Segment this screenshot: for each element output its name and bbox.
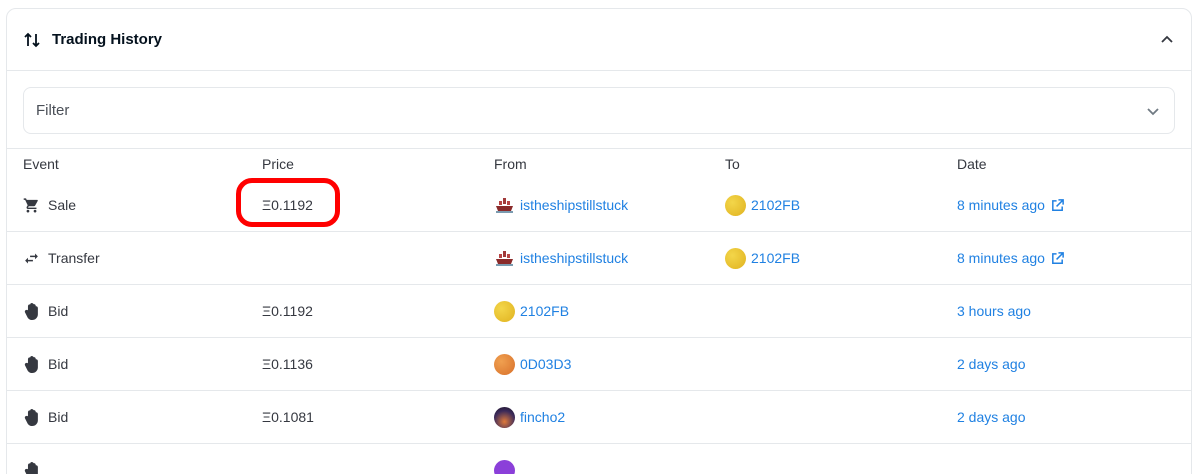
hand-icon: [23, 355, 40, 373]
eth-symbol: Ξ: [262, 303, 272, 319]
header-event: Event: [23, 156, 59, 172]
price-value: 0.1192: [271, 197, 313, 213]
from-link[interactable]: 2102FB: [520, 303, 569, 319]
trading-history-panel: Trading History Filter Event Price From …: [6, 8, 1192, 474]
event-label: Transfer: [48, 250, 100, 266]
date-link[interactable]: 2 days ago: [957, 409, 1026, 425]
to-link[interactable]: 2102FB: [751, 197, 800, 213]
table-row: Sale Ξ 0.1192 istheshipstillstuck 2102FB…: [7, 179, 1191, 232]
user-avatar[interactable]: [494, 460, 515, 474]
price-value: 0.1081: [271, 409, 314, 425]
date-link[interactable]: 2 days ago: [957, 356, 1026, 372]
external-link-icon[interactable]: [1050, 251, 1065, 266]
ship-avatar[interactable]: [494, 195, 515, 216]
filter-label: Filter: [36, 102, 70, 119]
chevron-up-icon[interactable]: [1159, 32, 1175, 48]
filter-dropdown[interactable]: Filter: [23, 87, 1175, 134]
header-date: Date: [957, 156, 987, 172]
header-to: To: [725, 156, 740, 172]
price-value: 0.1192: [271, 303, 313, 319]
ship-avatar[interactable]: [494, 248, 515, 269]
hand-icon: [23, 462, 40, 474]
date-link[interactable]: 8 minutes ago: [957, 250, 1045, 266]
from-link[interactable]: 0D03D3: [520, 356, 571, 372]
eth-symbol: Ξ: [262, 409, 272, 425]
from-link[interactable]: fincho2: [520, 409, 565, 425]
from-link[interactable]: istheshipstillstuck: [520, 197, 628, 213]
event-label: Sale: [48, 197, 77, 213]
swap-vertical-icon: [23, 31, 41, 49]
from-link[interactable]: istheshipstillstuck: [520, 250, 628, 266]
table-header: Event Price From To Date: [7, 149, 1191, 179]
event-label: Bid: [48, 303, 69, 319]
panel-header[interactable]: Trading History: [7, 9, 1191, 71]
event-label: Bid: [48, 409, 69, 425]
hand-icon: [23, 408, 40, 426]
date-link[interactable]: 8 minutes ago: [957, 197, 1045, 213]
user-avatar[interactable]: [494, 353, 515, 375]
transfer-arrows-icon: [23, 250, 40, 267]
table-row-partial: [7, 444, 1191, 474]
to-link[interactable]: 2102FB: [751, 250, 800, 266]
trading-history-table: Event Price From To Date Sale Ξ 0.1192 i…: [7, 149, 1191, 474]
external-link-icon[interactable]: [1050, 198, 1065, 213]
user-avatar[interactable]: [494, 406, 515, 428]
chevron-down-icon: [1144, 102, 1162, 120]
table-row: Bid Ξ 0.1192 2102FB 3 hours ago: [7, 285, 1191, 338]
header-price: Price: [262, 156, 294, 172]
filter-section: Filter: [7, 71, 1191, 149]
user-avatar[interactable]: [725, 194, 746, 216]
header-from: From: [494, 156, 527, 172]
date-link[interactable]: 3 hours ago: [957, 303, 1031, 319]
eth-symbol: Ξ: [262, 197, 272, 213]
hand-icon: [23, 302, 40, 320]
user-avatar[interactable]: [494, 300, 515, 322]
price-value: 0.1136: [271, 356, 313, 372]
event-label: Bid: [48, 356, 69, 372]
eth-symbol: Ξ: [262, 356, 272, 372]
cart-icon: [23, 197, 40, 214]
table-row: Transfer istheshipstillstuck 2102FB 8 mi…: [7, 232, 1191, 285]
user-avatar[interactable]: [725, 247, 746, 269]
table-row: Bid Ξ 0.1081 fincho2 2 days ago: [7, 391, 1191, 444]
table-row: Bid Ξ 0.1136 0D03D3 2 days ago: [7, 338, 1191, 391]
panel-title: Trading History: [52, 31, 163, 48]
